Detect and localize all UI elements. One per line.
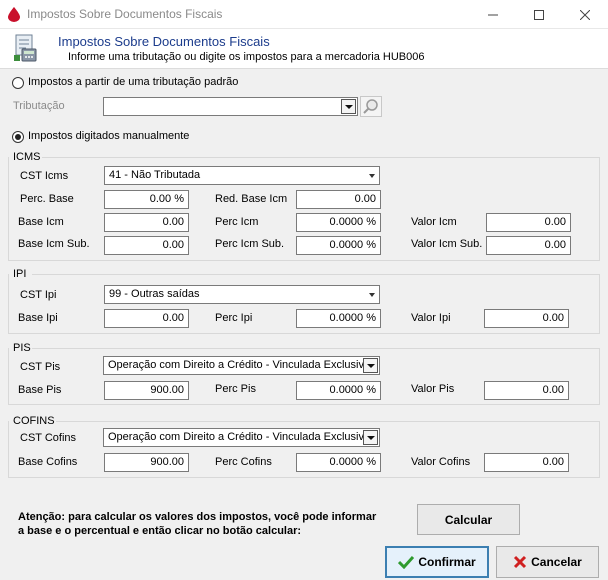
maximize-button[interactable]: [516, 0, 562, 29]
header-subtitle: Informe uma tributação ou digite os impo…: [68, 51, 425, 63]
chevron-down-icon: [341, 99, 356, 114]
perc-cofins-label: Perc Cofins: [215, 456, 272, 468]
cst-cofins-label: CST Cofins: [20, 432, 77, 444]
cancel-x-icon: [514, 555, 527, 569]
base-cofins-field[interactable]: 900.00: [104, 453, 189, 472]
radio-impostos-manuais-label: Impostos digitados manualmente: [28, 130, 190, 142]
red-base-icm-label: Red. Base Icm: [215, 193, 288, 205]
red-base-icm-field[interactable]: 0.00: [296, 190, 381, 209]
base-ipi-label: Base Ipi: [18, 312, 58, 324]
cst-pis-select[interactable]: Operação com Direito a Crédito - Vincula…: [103, 356, 380, 375]
cst-pis-label: CST Pis: [20, 361, 61, 373]
chevron-down-icon: [363, 430, 378, 445]
cancelar-label: Cancelar: [531, 555, 582, 569]
chevron-down-icon: [369, 293, 375, 297]
perc-base-field[interactable]: 0.00 %: [104, 190, 189, 209]
base-cofins-label: Base Cofins: [18, 456, 78, 468]
perc-icm-sub-field[interactable]: 0.0000 %: [296, 236, 381, 255]
calcular-button[interactable]: Calcular: [417, 504, 520, 535]
cst-cofins-value: Operação com Direito a Crédito - Vincula…: [108, 431, 374, 443]
cst-ipi-value: 99 - Outras saídas: [109, 288, 200, 300]
calc-note-line1: Atenção: para calcular os valores dos im…: [18, 511, 377, 523]
calc-note-line2: a base e o percentual e então clicar no …: [18, 525, 302, 537]
valor-pis-label: Valor Pis: [411, 383, 455, 395]
maximize-icon: [534, 9, 544, 20]
app-icon: [8, 7, 20, 22]
confirmar-label: Confirmar: [418, 555, 476, 569]
perc-icm-field[interactable]: 0.0000 %: [296, 213, 381, 232]
check-icon: [398, 555, 415, 569]
perc-cofins-field[interactable]: 0.0000 %: [296, 453, 381, 472]
base-pis-label: Base Pis: [18, 384, 62, 396]
radio-tributacao-padrao-label: Impostos a partir de uma tributação padr…: [28, 76, 239, 88]
perc-pis-field[interactable]: 0.0000 %: [296, 381, 381, 400]
confirmar-button[interactable]: Confirmar: [385, 546, 489, 578]
base-icm-sub-field[interactable]: 0.00: [104, 236, 189, 255]
base-icm-field[interactable]: 0.00: [104, 213, 189, 232]
base-icm-sub-label: Base Icm Sub.: [18, 238, 90, 250]
valor-ipi-field[interactable]: 0.00: [484, 309, 569, 328]
search-icon: [363, 99, 378, 114]
cst-ipi-label: CST Ipi: [20, 289, 57, 301]
valor-cofins-label: Valor Cofins: [411, 456, 471, 468]
cst-pis-value: Operação com Direito a Crédito - Vincula…: [108, 359, 374, 371]
radio-impostos-manuais[interactable]: [12, 131, 24, 143]
perc-icm-sub-label: Perc Icm Sub.: [215, 238, 285, 250]
valor-icm-sub-field[interactable]: 0.00: [486, 236, 571, 255]
chevron-down-icon: [369, 174, 375, 178]
perc-ipi-field[interactable]: 0.0000 %: [296, 309, 381, 328]
base-icm-label: Base Icm: [18, 216, 64, 228]
valor-ipi-label: Valor Ipi: [411, 312, 451, 324]
search-button[interactable]: [360, 96, 382, 117]
valor-icm-label: Valor Icm: [411, 216, 457, 228]
valor-icm-sub-label: Valor Icm Sub.: [411, 238, 483, 250]
calcular-label: Calcular: [444, 512, 493, 527]
perc-ipi-label: Perc Ipi: [215, 312, 253, 324]
header-title: Impostos Sobre Documentos Fiscais: [58, 34, 270, 49]
document-icon: [14, 34, 37, 62]
perc-base-label: Perc. Base: [20, 193, 74, 205]
cst-icms-label: CST Icms: [20, 170, 69, 182]
cancelar-button[interactable]: Cancelar: [496, 546, 599, 578]
cst-icms-select[interactable]: 41 - Não Tributada: [104, 166, 380, 185]
close-button[interactable]: [562, 0, 608, 29]
base-ipi-field[interactable]: 0.00: [104, 309, 189, 328]
cst-cofins-select[interactable]: Operação com Direito a Crédito - Vincula…: [103, 428, 380, 447]
tributacao-label: Tributação: [13, 100, 65, 112]
radio-tributacao-padrao[interactable]: [12, 77, 24, 89]
cst-ipi-select[interactable]: 99 - Outras saídas: [104, 285, 380, 304]
base-pis-field[interactable]: 900.00: [104, 381, 189, 400]
tributacao-select[interactable]: [103, 97, 358, 116]
window-title: Impostos Sobre Documentos Fiscais: [27, 7, 223, 21]
valor-icm-field[interactable]: 0.00: [486, 213, 571, 232]
chevron-down-icon: [363, 358, 378, 373]
valor-cofins-field[interactable]: 0.00: [484, 453, 569, 472]
minimize-icon: [488, 14, 498, 15]
cst-icms-value: 41 - Não Tributada: [109, 169, 201, 181]
perc-pis-label: Perc Pis: [215, 383, 256, 395]
valor-pis-field[interactable]: 0.00: [484, 381, 569, 400]
perc-icm-label: Perc Icm: [215, 216, 259, 228]
close-icon: [580, 9, 590, 20]
minimize-button[interactable]: [470, 0, 516, 29]
